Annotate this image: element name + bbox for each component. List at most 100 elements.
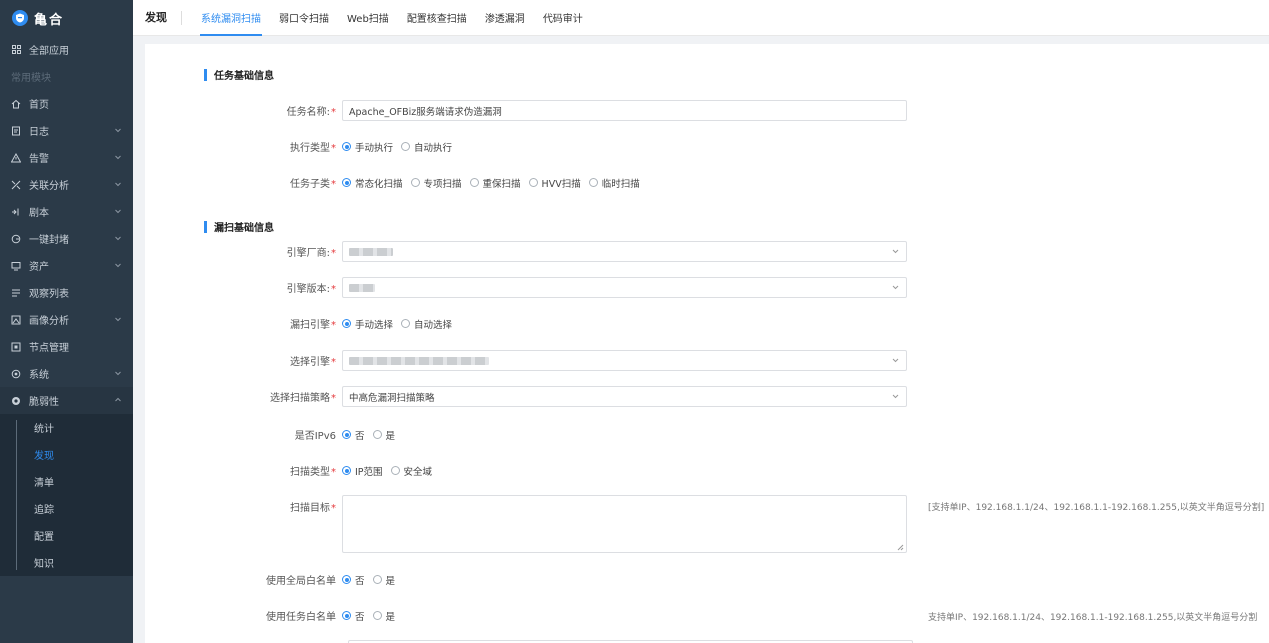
chevron-up-icon — [114, 396, 122, 404]
global-whitelist-row: 使用全局白名单 否 是 — [145, 572, 1269, 587]
select-engine-select[interactable] — [342, 350, 907, 371]
ipv6-radio-option[interactable]: 是 — [372, 428, 396, 442]
radio-checked-icon — [342, 466, 351, 475]
task-whitelist-radios: 否是 — [342, 609, 395, 623]
task-subtype-row: 任务子类* 常态化扫描 专项扫描 重保扫描 HVV扫描 临时扫描 — [145, 175, 1269, 190]
radio-option-label: 是 — [385, 575, 396, 587]
radio-option-label: 自动执行 — [414, 142, 453, 154]
chevron-down-icon — [114, 153, 122, 161]
radio-option-label: 常态化扫描 — [355, 178, 403, 190]
tab-1[interactable]: 弱口令扫描 — [270, 0, 338, 36]
task-subtype-label: 任务子类* — [290, 179, 336, 190]
sidebar-item[interactable]: 资产 — [0, 252, 133, 279]
radio-option-label: 否 — [355, 430, 365, 442]
tab-4[interactable]: 渗透漏洞 — [476, 0, 534, 36]
chevron-down-icon — [114, 126, 122, 134]
tab-5[interactable]: 代码审计 — [534, 0, 592, 36]
global-whitelist-radio-option[interactable]: 否 — [342, 573, 365, 587]
exec-type-radio-option[interactable]: 手动执行 — [342, 140, 393, 154]
task-subtype-radio-option[interactable]: 临时扫描 — [588, 176, 640, 190]
sidebar-subitem[interactable]: 知识 — [0, 549, 133, 576]
sidebar-item-label: 首页 — [29, 100, 49, 111]
task-subtype-radio-option[interactable]: 重保扫描 — [469, 176, 521, 190]
radio-unchecked-icon — [401, 319, 411, 328]
tab-2[interactable]: Web扫描 — [338, 0, 398, 36]
scan-engine-label: 漏扫引擎* — [290, 320, 336, 331]
sidebar-item[interactable]: 日志 — [0, 117, 133, 144]
task-whitelist-radio-option[interactable]: 否 — [342, 609, 365, 623]
portrait-icon — [11, 315, 21, 325]
tab-3[interactable]: 配置核查扫描 — [398, 0, 476, 36]
sidebar-item[interactable]: 脆弱性 — [0, 387, 133, 414]
app-logo[interactable]: 亀合 — [0, 0, 133, 36]
sidebar-item[interactable]: 关联分析 — [0, 171, 133, 198]
engine-vendor-row: 引擎厂商:* — [145, 241, 1269, 262]
exec-type-label: 执行类型* — [290, 143, 336, 154]
task-name-input[interactable]: Apache_OFBiz服务端请求伪造漏洞 — [342, 100, 907, 121]
sidebar-item[interactable]: 全部应用 — [0, 36, 133, 63]
radio-checked-icon — [342, 575, 351, 584]
scan-type-radio-option[interactable]: IP范围 — [342, 464, 383, 478]
scan-target-textarea[interactable] — [342, 495, 907, 553]
radio-option-label: 否 — [355, 575, 365, 587]
chevron-down-icon — [892, 393, 899, 400]
task-subtype-radio-option[interactable]: HVV扫描 — [528, 176, 581, 190]
scan-target-hint: [支持单IP、192.168.1.1/24、192.168.1.1-192.16… — [928, 503, 1265, 513]
sidebar-item[interactable]: 剧本 — [0, 198, 133, 225]
sidebar-subitem[interactable]: 配置 — [0, 522, 133, 549]
playbook-icon — [11, 207, 21, 217]
scan-engine-radio-option[interactable]: 手动选择 — [342, 317, 393, 331]
shield-logo-icon — [12, 10, 28, 26]
task-subtype-radio-option[interactable]: 常态化扫描 — [342, 176, 403, 190]
sidebar-item[interactable]: 观察列表 — [0, 279, 133, 306]
sidebar-item[interactable]: 首页 — [0, 90, 133, 117]
resize-handle-icon[interactable] — [897, 543, 904, 551]
engine-version-select[interactable] — [342, 277, 907, 298]
chevron-down-icon — [114, 180, 122, 188]
sidebar-subitem[interactable]: 追踪 — [0, 495, 133, 522]
tab-0[interactable]: 系统漏洞扫描 — [192, 0, 270, 36]
global-whitelist-radio-option[interactable]: 是 — [372, 573, 396, 587]
sidebar-item[interactable]: 一键封堵 — [0, 225, 133, 252]
page-title: 发现 — [133, 10, 182, 25]
radio-unchecked-icon — [372, 430, 382, 439]
sidebar-item-label: 剧本 — [29, 208, 49, 219]
radio-checked-icon — [342, 319, 351, 328]
chevron-down-icon — [892, 357, 899, 364]
ipv6-radio-option[interactable]: 否 — [342, 428, 365, 442]
sidebar-subitem[interactable]: 统计 — [0, 414, 133, 441]
radio-option-label: 重保扫描 — [482, 178, 521, 190]
scan-type-radio-option[interactable]: 安全域 — [390, 464, 433, 478]
sidebar-item[interactable]: 画像分析 — [0, 306, 133, 333]
sidebar-item[interactable]: 告警 — [0, 144, 133, 171]
engine-vendor-select[interactable] — [342, 241, 907, 262]
chevron-down-icon — [892, 248, 899, 255]
scan-policy-label: 选择扫描策略* — [270, 393, 336, 404]
radio-checked-icon — [342, 178, 351, 187]
radio-option-label: 自动选择 — [414, 319, 453, 331]
radio-option-label: 临时扫描 — [601, 178, 640, 190]
task-whitelist-radio-option[interactable]: 是 — [372, 609, 395, 623]
ipv6-radios: 否是 — [342, 428, 395, 442]
sidebar-item-label: 系统 — [29, 370, 49, 381]
radio-unchecked-icon — [390, 466, 400, 475]
engine-version-row: 引擎版本:* — [145, 277, 1269, 298]
scan-policy-row: 选择扫描策略* 中高危漏洞扫描策略 — [145, 386, 1269, 407]
scan-policy-select[interactable]: 中高危漏洞扫描策略 — [342, 386, 907, 407]
exec-type-radios: 手动执行 自动执行 — [342, 140, 452, 154]
radio-option-label: 安全域 — [403, 466, 433, 478]
sidebar-subitem[interactable]: 发现 — [0, 441, 133, 468]
global-whitelist-label: 使用全局白名单 — [266, 576, 336, 587]
select-engine-label: 选择引擎* — [290, 357, 336, 368]
sidebar-item[interactable]: 节点管理 — [0, 333, 133, 360]
scan-engine-radio-option[interactable]: 自动选择 — [401, 317, 452, 331]
task-subtype-radio-option[interactable]: 专项扫描 — [410, 176, 462, 190]
sidebar-item-label: 全部应用 — [29, 46, 69, 57]
sidebar-item[interactable]: 系统 — [0, 360, 133, 387]
sidebar-subitem[interactable]: 清单 — [0, 468, 133, 495]
sidebar-item-label: 观察列表 — [29, 289, 69, 300]
scan-target-label: 扫描目标* — [290, 503, 336, 514]
chevron-down-icon — [114, 369, 122, 377]
exec-type-radio-option[interactable]: 自动执行 — [401, 140, 452, 154]
radio-option-label: 是 — [385, 430, 396, 442]
